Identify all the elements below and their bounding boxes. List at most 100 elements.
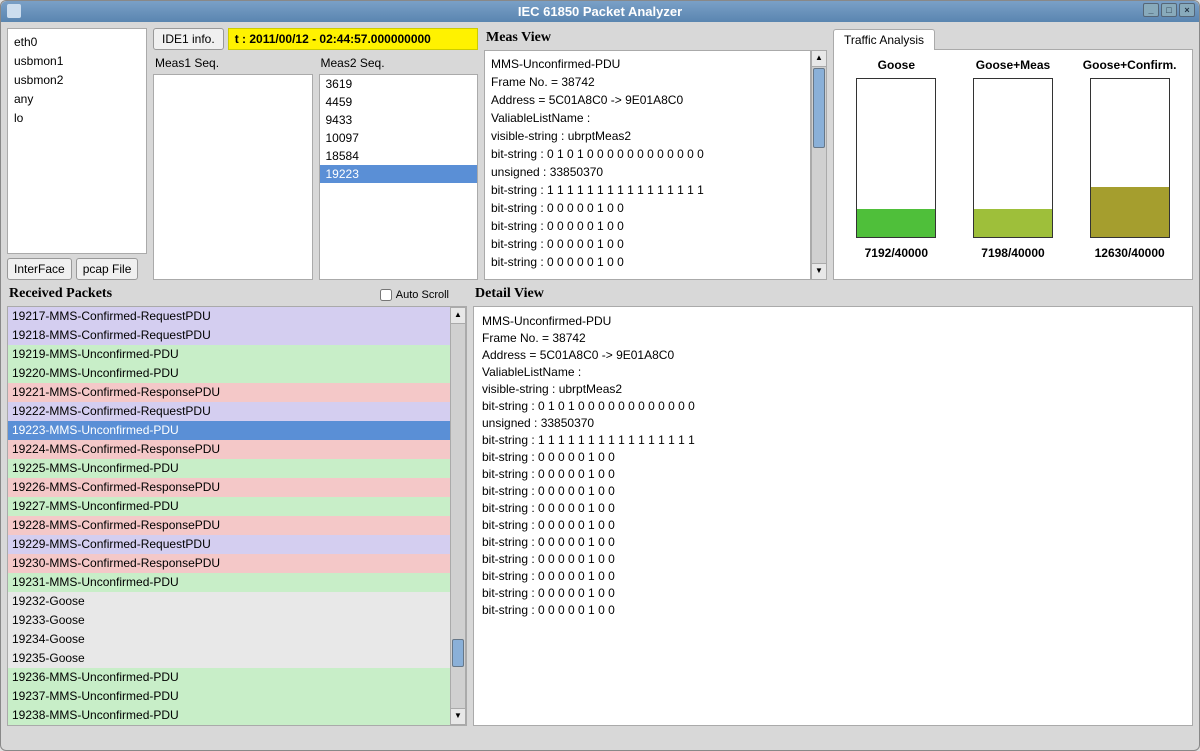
scroll-down-icon[interactable]: ▼ — [451, 708, 465, 724]
packet-row[interactable]: 19236-MMS-Unconfirmed-PDU — [8, 668, 450, 687]
pcap-file-button[interactable]: pcap File — [76, 258, 139, 280]
detail-line: bit-string : 0 0 0 0 0 1 0 0 — [482, 517, 1184, 534]
traffic-bar-label: 7192/40000 — [865, 246, 928, 260]
packet-row[interactable]: 19225-MMS-Unconfirmed-PDU — [8, 459, 450, 478]
packet-row[interactable]: 19218-MMS-Confirmed-RequestPDU — [8, 326, 450, 345]
detail-line: ValiableListName : — [482, 364, 1184, 381]
auto-scroll-label: Auto Scroll — [396, 289, 449, 301]
traffic-bar-fill — [974, 209, 1052, 237]
detail-line: bit-string : 0 0 0 0 0 1 0 0 — [482, 602, 1184, 619]
detail-line: bit-string : 0 0 0 0 0 1 0 0 — [482, 449, 1184, 466]
received-packets-title: Received Packets — [7, 284, 380, 306]
detail-line: Address = 5C01A8C0 -> 9E01A8C0 — [482, 347, 1184, 364]
packet-row[interactable]: 19224-MMS-Confirmed-ResponsePDU — [8, 440, 450, 459]
interface-item[interactable]: usbmon1 — [14, 52, 140, 71]
packet-row[interactable]: 19237-MMS-Unconfirmed-PDU — [8, 687, 450, 706]
traffic-bar: Goose+Meas 7198/40000 — [958, 58, 1068, 271]
packet-row[interactable]: 19223-MMS-Unconfirmed-PDU — [8, 421, 450, 440]
detail-line: visible-string : ubrptMeas2 — [482, 381, 1184, 398]
auto-scroll-checkbox[interactable] — [380, 289, 392, 301]
window-title: IEC 61850 Packet Analyzer — [518, 4, 682, 19]
interface-button[interactable]: InterFace — [7, 258, 72, 280]
detail-line: MMS-Unconfirmed-PDU — [482, 313, 1184, 330]
interface-list[interactable]: eth0usbmon1usbmon2anylo — [7, 28, 147, 254]
meas-view-panel: Meas View MMS-Unconfirmed-PDUFrame No. =… — [484, 28, 827, 280]
meas2-item[interactable]: 19223 — [320, 165, 478, 183]
interface-item[interactable]: lo — [14, 109, 140, 128]
meas2-item[interactable]: 18584 — [320, 147, 478, 165]
interface-item[interactable]: any — [14, 90, 140, 109]
detail-line: bit-string : 0 0 0 0 0 1 0 0 — [482, 534, 1184, 551]
packet-row[interactable]: 19235-Goose — [8, 649, 450, 668]
traffic-bar-label: 7198/40000 — [981, 246, 1044, 260]
received-packets-list[interactable]: 19217-MMS-Confirmed-RequestPDU19218-MMS-… — [8, 307, 450, 725]
packet-row[interactable]: 19228-MMS-Confirmed-ResponsePDU — [8, 516, 450, 535]
close-button[interactable]: × — [1179, 3, 1195, 17]
packet-row[interactable]: 19229-MMS-Confirmed-RequestPDU — [8, 535, 450, 554]
packet-row[interactable]: 19234-Goose — [8, 630, 450, 649]
received-packets-panel: Received Packets Auto Scroll 19217-MMS-C… — [7, 284, 467, 726]
window-controls: _ □ × — [1143, 3, 1195, 17]
detail-line: bit-string : 0 0 0 0 0 1 0 0 — [482, 551, 1184, 568]
packet-row[interactable]: 19217-MMS-Confirmed-RequestPDU — [8, 307, 450, 326]
traffic-analysis-tab[interactable]: Traffic Analysis — [833, 29, 935, 50]
scroll-down-icon[interactable]: ▼ — [812, 263, 826, 279]
meas-line: bit-string : 1 1 1 1 1 1 1 1 1 1 1 1 1 1… — [491, 181, 804, 199]
detail-line: bit-string : 0 0 0 0 0 1 0 0 — [482, 568, 1184, 585]
packet-row[interactable]: 19219-MMS-Unconfirmed-PDU — [8, 345, 450, 364]
traffic-bar-fill — [857, 209, 935, 237]
traffic-bar-box — [973, 78, 1053, 238]
packet-row[interactable]: 19231-MMS-Unconfirmed-PDU — [8, 573, 450, 592]
meas-line: bit-string : 0 1 0 1 0 0 0 0 0 0 0 0 0 0… — [491, 145, 804, 163]
maximize-button[interactable]: □ — [1161, 3, 1177, 17]
interface-item[interactable]: eth0 — [14, 33, 140, 52]
detail-line: Frame No. = 38742 — [482, 330, 1184, 347]
meas-scrollbar[interactable]: ▲ ▼ — [811, 50, 827, 280]
meas2-item[interactable]: 9433 — [320, 111, 478, 129]
traffic-bar-box — [856, 78, 936, 238]
scroll-up-icon[interactable]: ▲ — [451, 308, 465, 324]
detail-line: bit-string : 1 1 1 1 1 1 1 1 1 1 1 1 1 1… — [482, 432, 1184, 449]
traffic-bar-title: Goose — [878, 58, 915, 72]
meas2-item[interactable]: 4459 — [320, 93, 478, 111]
received-scrollbar[interactable]: ▲ ▼ — [450, 307, 466, 725]
app-window: IEC 61850 Packet Analyzer _ □ × eth0usbm… — [0, 0, 1200, 751]
meas-line: bit-string : 0 0 0 0 0 1 0 0 — [491, 235, 804, 253]
meas1-seq-list[interactable] — [153, 74, 313, 280]
traffic-bar-title: Goose+Meas — [976, 58, 1050, 72]
meas2-item[interactable]: 10097 — [320, 129, 478, 147]
meas-line: unsigned : 33850370 — [491, 163, 804, 181]
ide-panel: IDE1 info. t : 2011/00/12 - 02:44:57.000… — [153, 28, 478, 280]
packet-row[interactable]: 19230-MMS-Confirmed-ResponsePDU — [8, 554, 450, 573]
scroll-thumb[interactable] — [452, 639, 464, 667]
detail-view-title: Detail View — [473, 284, 1193, 306]
meas1-seq-label: Meas1 Seq. — [153, 54, 313, 74]
interface-item[interactable]: usbmon2 — [14, 71, 140, 90]
meas-line: bit-string : 0 0 0 0 0 1 0 0 — [491, 253, 804, 271]
packet-row[interactable]: 19222-MMS-Confirmed-RequestPDU — [8, 402, 450, 421]
packet-row[interactable]: 19233-Goose — [8, 611, 450, 630]
auto-scroll-toggle[interactable]: Auto Scroll — [380, 289, 449, 301]
traffic-panel: Traffic Analysis Goose 7192/40000 Goose+Me… — [833, 28, 1193, 280]
titlebar[interactable]: IEC 61850 Packet Analyzer _ □ × — [1, 1, 1199, 22]
packet-row[interactable]: 19227-MMS-Unconfirmed-PDU — [8, 497, 450, 516]
packet-row[interactable]: 19226-MMS-Confirmed-ResponsePDU — [8, 478, 450, 497]
minimize-button[interactable]: _ — [1143, 3, 1159, 17]
meas2-seq-list[interactable]: 361944599433100971858419223 — [319, 74, 479, 280]
meas2-item[interactable]: 3619 — [320, 75, 478, 93]
detail-view-text[interactable]: MMS-Unconfirmed-PDUFrame No. = 38742Addr… — [473, 306, 1193, 726]
detail-line: bit-string : 0 1 0 1 0 0 0 0 0 0 0 0 0 0… — [482, 398, 1184, 415]
detail-view-panel: Detail View MMS-Unconfirmed-PDUFrame No.… — [473, 284, 1193, 726]
packet-row[interactable]: 19232-Goose — [8, 592, 450, 611]
ide-info-tab[interactable]: IDE1 info. — [153, 28, 224, 50]
meas2-seq-label: Meas2 Seq. — [319, 54, 479, 74]
meas-view-text[interactable]: MMS-Unconfirmed-PDUFrame No. = 38742Addr… — [484, 50, 811, 280]
meas-view-title: Meas View — [484, 28, 827, 50]
packet-row[interactable]: 19221-MMS-Confirmed-ResponsePDU — [8, 383, 450, 402]
meas-line: bit-string : 0 0 0 0 0 1 0 0 — [491, 199, 804, 217]
detail-line: bit-string : 0 0 0 0 0 1 0 0 — [482, 500, 1184, 517]
packet-row[interactable]: 19220-MMS-Unconfirmed-PDU — [8, 364, 450, 383]
packet-row[interactable]: 19238-MMS-Unconfirmed-PDU — [8, 706, 450, 725]
scroll-up-icon[interactable]: ▲ — [812, 51, 826, 67]
scroll-thumb[interactable] — [813, 68, 825, 148]
